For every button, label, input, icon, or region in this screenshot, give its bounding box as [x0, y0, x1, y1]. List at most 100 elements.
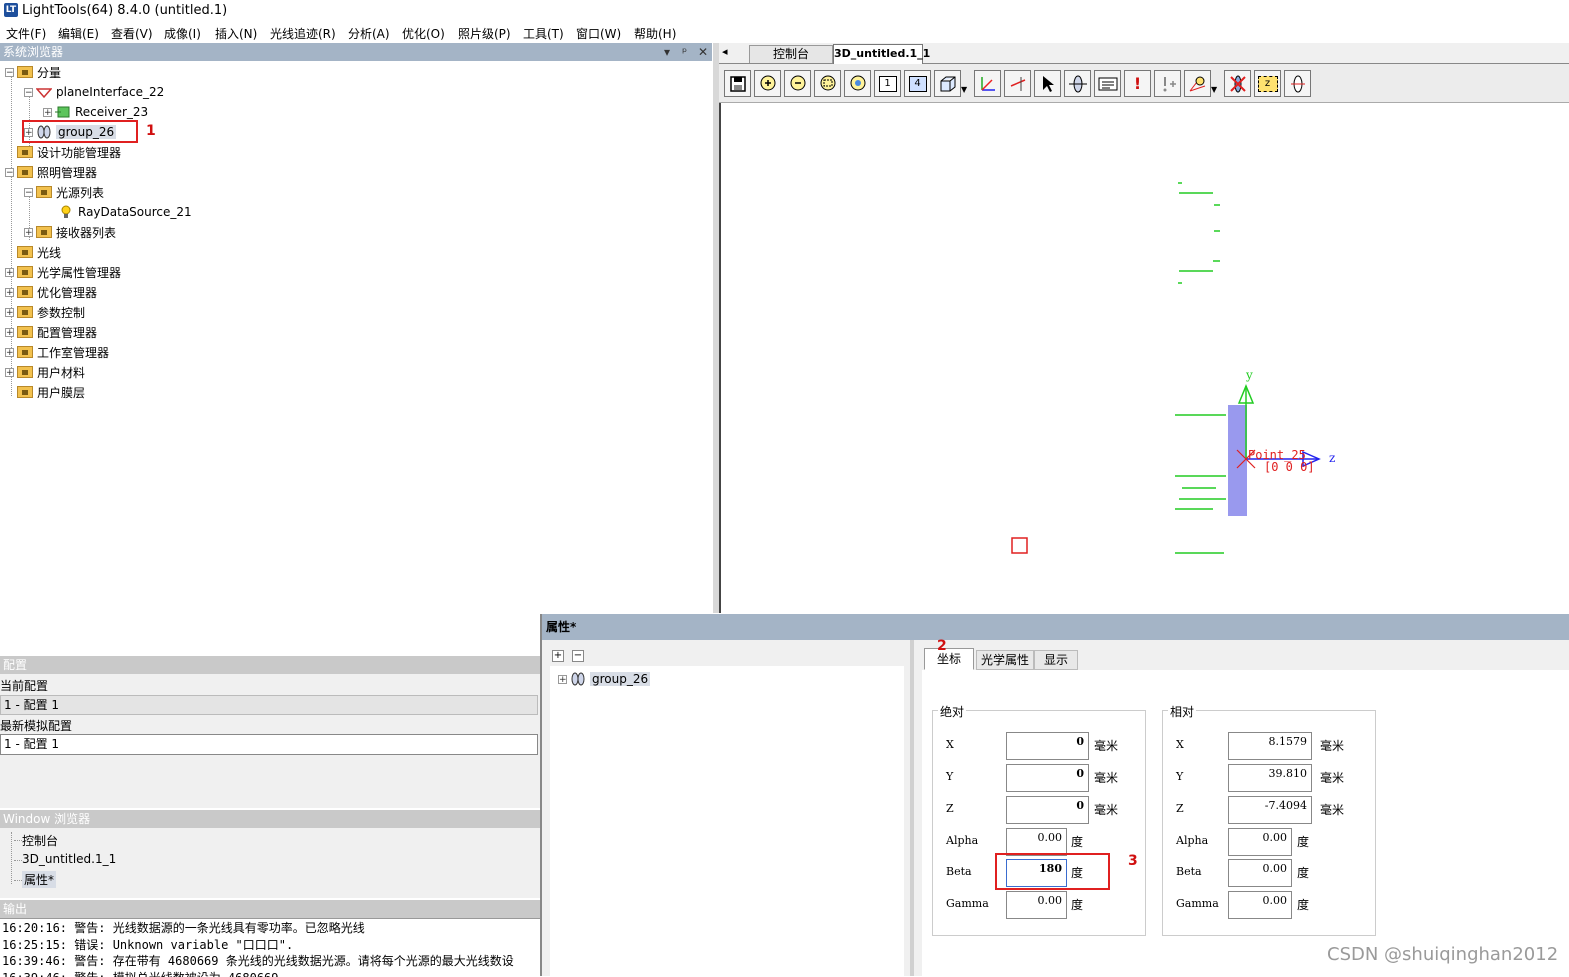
menu-tools[interactable]: 工具(T) [523, 25, 564, 42]
rel-x-field[interactable]: 8.1579 [1228, 732, 1312, 760]
expand-icon[interactable]: + [5, 347, 14, 357]
window-item-console[interactable]: 控制台 [22, 832, 58, 849]
tree-item-studio[interactable]: + 工作室管理器 [5, 343, 109, 361]
rel-alpha-field[interactable]: 0.00 [1228, 828, 1292, 856]
tree-item-design[interactable]: 设计功能管理器 [5, 143, 121, 161]
z-label: z [1257, 75, 1278, 92]
add-ray-icon[interactable] [1154, 70, 1181, 97]
pointer-icon[interactable] [1034, 70, 1061, 97]
view-1-icon[interactable]: 1 [874, 70, 901, 97]
collapse-icon[interactable]: − [24, 187, 33, 197]
collapse-all-button[interactable]: − [572, 650, 584, 662]
chevron-down-icon[interactable]: ▼ [1211, 85, 1217, 94]
menu-photoreal[interactable]: 照片级(P) [458, 25, 511, 42]
collapse-icon[interactable]: − [5, 67, 14, 77]
menu-raytrace[interactable]: 光线追迹(R) [270, 25, 336, 42]
expand-icon[interactable]: + [5, 267, 14, 277]
window-item-properties[interactable]: 属性* [22, 871, 57, 888]
zoom-in-icon[interactable] [754, 70, 781, 97]
menu-insert[interactable]: 插入(N) [215, 25, 257, 42]
abs-z-field[interactable]: 0 [1006, 796, 1089, 824]
tree-item-optimization[interactable]: + 优化管理器 [5, 283, 97, 301]
tab-optical-properties[interactable]: 光学属性 [976, 650, 1034, 670]
3d-viewport[interactable]: y z Point_25 [0 0 0] [719, 103, 1569, 613]
tree-item-source[interactable]: RayDataSource_21 [58, 203, 192, 221]
menu-help[interactable]: 帮助(H) [634, 25, 676, 42]
lens-shape-icon[interactable] [1284, 70, 1311, 97]
expand-icon[interactable]: + [5, 307, 14, 317]
tree-item-config[interactable]: + 配置管理器 [5, 323, 97, 341]
collapse-icon[interactable]: − [24, 87, 33, 97]
expand-icon[interactable]: + [558, 674, 567, 684]
properties-tree-item-group[interactable]: + group_26 [558, 670, 651, 688]
menu-imaging[interactable]: 成像(I) [164, 25, 201, 42]
abs-y-field[interactable]: 0 [1006, 764, 1089, 792]
axes-icon[interactable] [974, 70, 1001, 97]
tree-item-plane[interactable]: − planeInterface_22 [24, 83, 164, 101]
tree-item-optical[interactable]: + 光学属性管理器 [5, 263, 121, 281]
cube-view-icon[interactable] [934, 70, 961, 97]
expand-icon[interactable]: + [24, 227, 33, 237]
menu-optimize[interactable]: 优化(O) [402, 25, 445, 42]
x-icon[interactable] [1224, 70, 1251, 97]
receiver-icon[interactable] [1184, 70, 1211, 97]
tree-item-rays[interactable]: 光线 [5, 243, 61, 261]
folder-icon [17, 266, 33, 278]
tab-coordinates[interactable]: 坐标 [924, 648, 974, 670]
menu-file[interactable]: 文件(F) [6, 25, 46, 42]
abs-alpha-field[interactable]: 0.00 [1006, 828, 1067, 856]
folder-icon [36, 226, 52, 238]
tree-item-receiver[interactable]: + Receiver_23 [43, 103, 148, 121]
rel-gamma-field[interactable]: 0.00 [1228, 891, 1292, 919]
expand-icon[interactable]: + [5, 367, 14, 377]
label-icon[interactable] [1094, 70, 1121, 97]
rel-beta-field[interactable]: 0.00 [1228, 859, 1292, 887]
menu-analysis[interactable]: 分析(A) [348, 25, 390, 42]
close-icon[interactable]: ✕ [698, 43, 708, 61]
folder-icon [17, 286, 33, 298]
rel-beta-unit: 度 [1297, 866, 1310, 880]
collapse-icon[interactable]: − [5, 167, 14, 177]
rel-z-field[interactable]: -7.4094 [1228, 796, 1312, 824]
expand-icon[interactable]: + [43, 107, 52, 117]
zoom-fit-icon[interactable] [844, 70, 871, 97]
tree-item-lighting[interactable]: − 照明管理器 [5, 163, 97, 181]
view-4-icon[interactable]: 4 [904, 70, 931, 97]
expand-icon[interactable]: + [5, 287, 14, 297]
save-icon[interactable] [724, 70, 751, 97]
lens-icon[interactable] [1064, 70, 1091, 97]
tab-scroll-left-icon[interactable]: ◂ [722, 45, 728, 58]
z-icon[interactable]: z [1254, 70, 1281, 97]
expand-all-button[interactable]: + [552, 650, 564, 662]
window-item-3d[interactable]: 3D_untitled.1_1 [22, 852, 116, 866]
tab-3d-view[interactable]: 3D_untitled.1_1 [833, 44, 930, 64]
current-config-value[interactable]: 1 - 配置 1 [0, 695, 538, 715]
tab-display[interactable]: 显示 [1034, 650, 1078, 670]
menu-view[interactable]: 查看(V) [111, 25, 153, 42]
view-4-label: 4 [908, 75, 927, 92]
properties-splitter[interactable] [910, 640, 914, 976]
zoom-window-icon[interactable] [814, 70, 841, 97]
tree-item-coatings[interactable]: 用户膜层 [5, 383, 85, 401]
tree-item-params[interactable]: + 参数控制 [5, 303, 85, 321]
ray-icon[interactable] [1004, 70, 1031, 97]
zoom-out-icon[interactable] [784, 70, 811, 97]
error-icon[interactable]: ! [1124, 70, 1151, 97]
rel-y-field[interactable]: 39.810 [1228, 764, 1312, 792]
tree-item-components[interactable]: − 分量 [5, 63, 61, 81]
chevron-down-icon[interactable]: ▼ [961, 85, 967, 94]
dropdown-icon[interactable]: ▾ [664, 43, 670, 61]
plane-interface-icon [36, 88, 52, 99]
latest-config-value[interactable]: 1 - 配置 1 [0, 734, 538, 755]
menu-edit[interactable]: 编辑(E) [58, 25, 99, 42]
tree-item-receiver-list[interactable]: + 接收器列表 [24, 223, 116, 241]
menu-window[interactable]: 窗口(W) [576, 25, 621, 42]
tree-item-materials[interactable]: + 用户材料 [5, 363, 85, 381]
expand-icon[interactable]: + [5, 327, 14, 337]
abs-x-field[interactable]: 0 [1006, 732, 1089, 760]
tree-item-source-list[interactable]: − 光源列表 [24, 183, 104, 201]
pin-icon[interactable]: ᵖ [682, 43, 687, 61]
abs-gamma-field[interactable]: 0.00 [1006, 891, 1067, 919]
tab-console[interactable]: 控制台 [749, 45, 833, 63]
rel-gamma-label: Gamma [1176, 897, 1219, 910]
